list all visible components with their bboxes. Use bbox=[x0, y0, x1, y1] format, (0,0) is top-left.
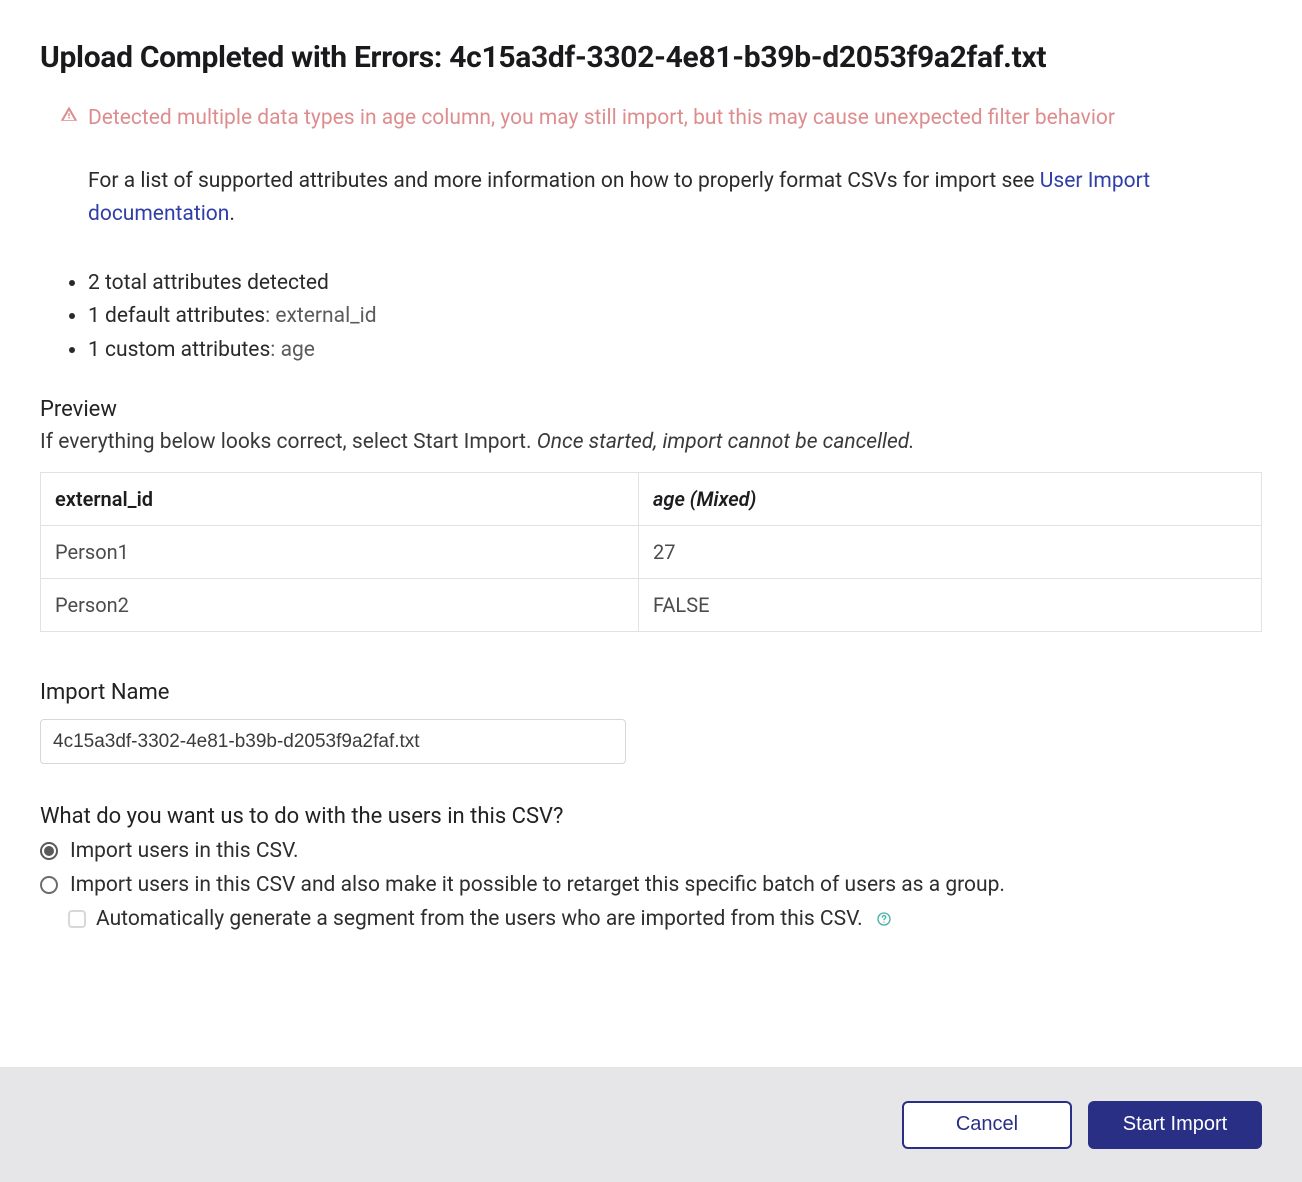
table-row: Person1 27 bbox=[41, 526, 1262, 579]
attr-total: 2 total attributes detected bbox=[88, 267, 1262, 301]
cell-age: FALSE bbox=[638, 579, 1261, 632]
cell-age: 27 bbox=[638, 526, 1261, 579]
radio-label: Import users in this CSV. bbox=[70, 839, 299, 863]
auto-segment-row[interactable]: Automatically generate a segment from th… bbox=[40, 907, 1262, 931]
warning-icon bbox=[60, 105, 78, 129]
warning-banner: Detected multiple data types in age colu… bbox=[40, 103, 1262, 133]
cancel-button[interactable]: Cancel bbox=[902, 1101, 1072, 1149]
col-age: age (Mixed) bbox=[638, 473, 1261, 526]
radio-option-import-retarget[interactable]: Import users in this CSV and also make i… bbox=[40, 873, 1262, 897]
attributes-list: 2 total attributes detected 1 default at… bbox=[40, 267, 1262, 368]
start-import-button[interactable]: Start Import bbox=[1088, 1101, 1262, 1149]
radio-icon bbox=[40, 876, 58, 894]
table-header-row: external_id age (Mixed) bbox=[41, 473, 1262, 526]
preview-heading: Preview bbox=[40, 397, 1262, 422]
table-row: Person2 FALSE bbox=[41, 579, 1262, 632]
radio-option-import[interactable]: Import users in this CSV. bbox=[40, 839, 1262, 863]
checkbox-icon bbox=[68, 910, 86, 928]
attr-default: 1 default attributes: external_id bbox=[88, 300, 1262, 334]
page-title: Upload Completed with Errors: 4c15a3df-3… bbox=[40, 40, 1262, 75]
info-prefix: For a list of supported attributes and m… bbox=[88, 169, 1040, 193]
preview-table: external_id age (Mixed) Person1 27 Perso… bbox=[40, 472, 1262, 632]
info-text: For a list of supported attributes and m… bbox=[40, 165, 1262, 230]
radio-label: Import users in this CSV and also make i… bbox=[70, 873, 1005, 897]
attr-custom: 1 custom attributes: age bbox=[88, 334, 1262, 368]
cell-external-id: Person2 bbox=[41, 579, 639, 632]
import-name-label: Import Name bbox=[40, 680, 1262, 705]
footer-bar: Cancel Start Import bbox=[0, 1067, 1302, 1182]
preview-subtext: If everything below looks correct, selec… bbox=[40, 430, 1262, 454]
col-external-id: external_id bbox=[41, 473, 639, 526]
question-heading: What do you want us to do with the users… bbox=[40, 804, 1262, 829]
help-icon[interactable] bbox=[875, 910, 893, 928]
import-name-input[interactable] bbox=[40, 719, 626, 764]
info-suffix: . bbox=[229, 202, 235, 226]
cell-external-id: Person1 bbox=[41, 526, 639, 579]
warning-text: Detected multiple data types in age colu… bbox=[88, 103, 1115, 133]
radio-icon bbox=[40, 842, 58, 860]
checkbox-label: Automatically generate a segment from th… bbox=[96, 907, 863, 931]
